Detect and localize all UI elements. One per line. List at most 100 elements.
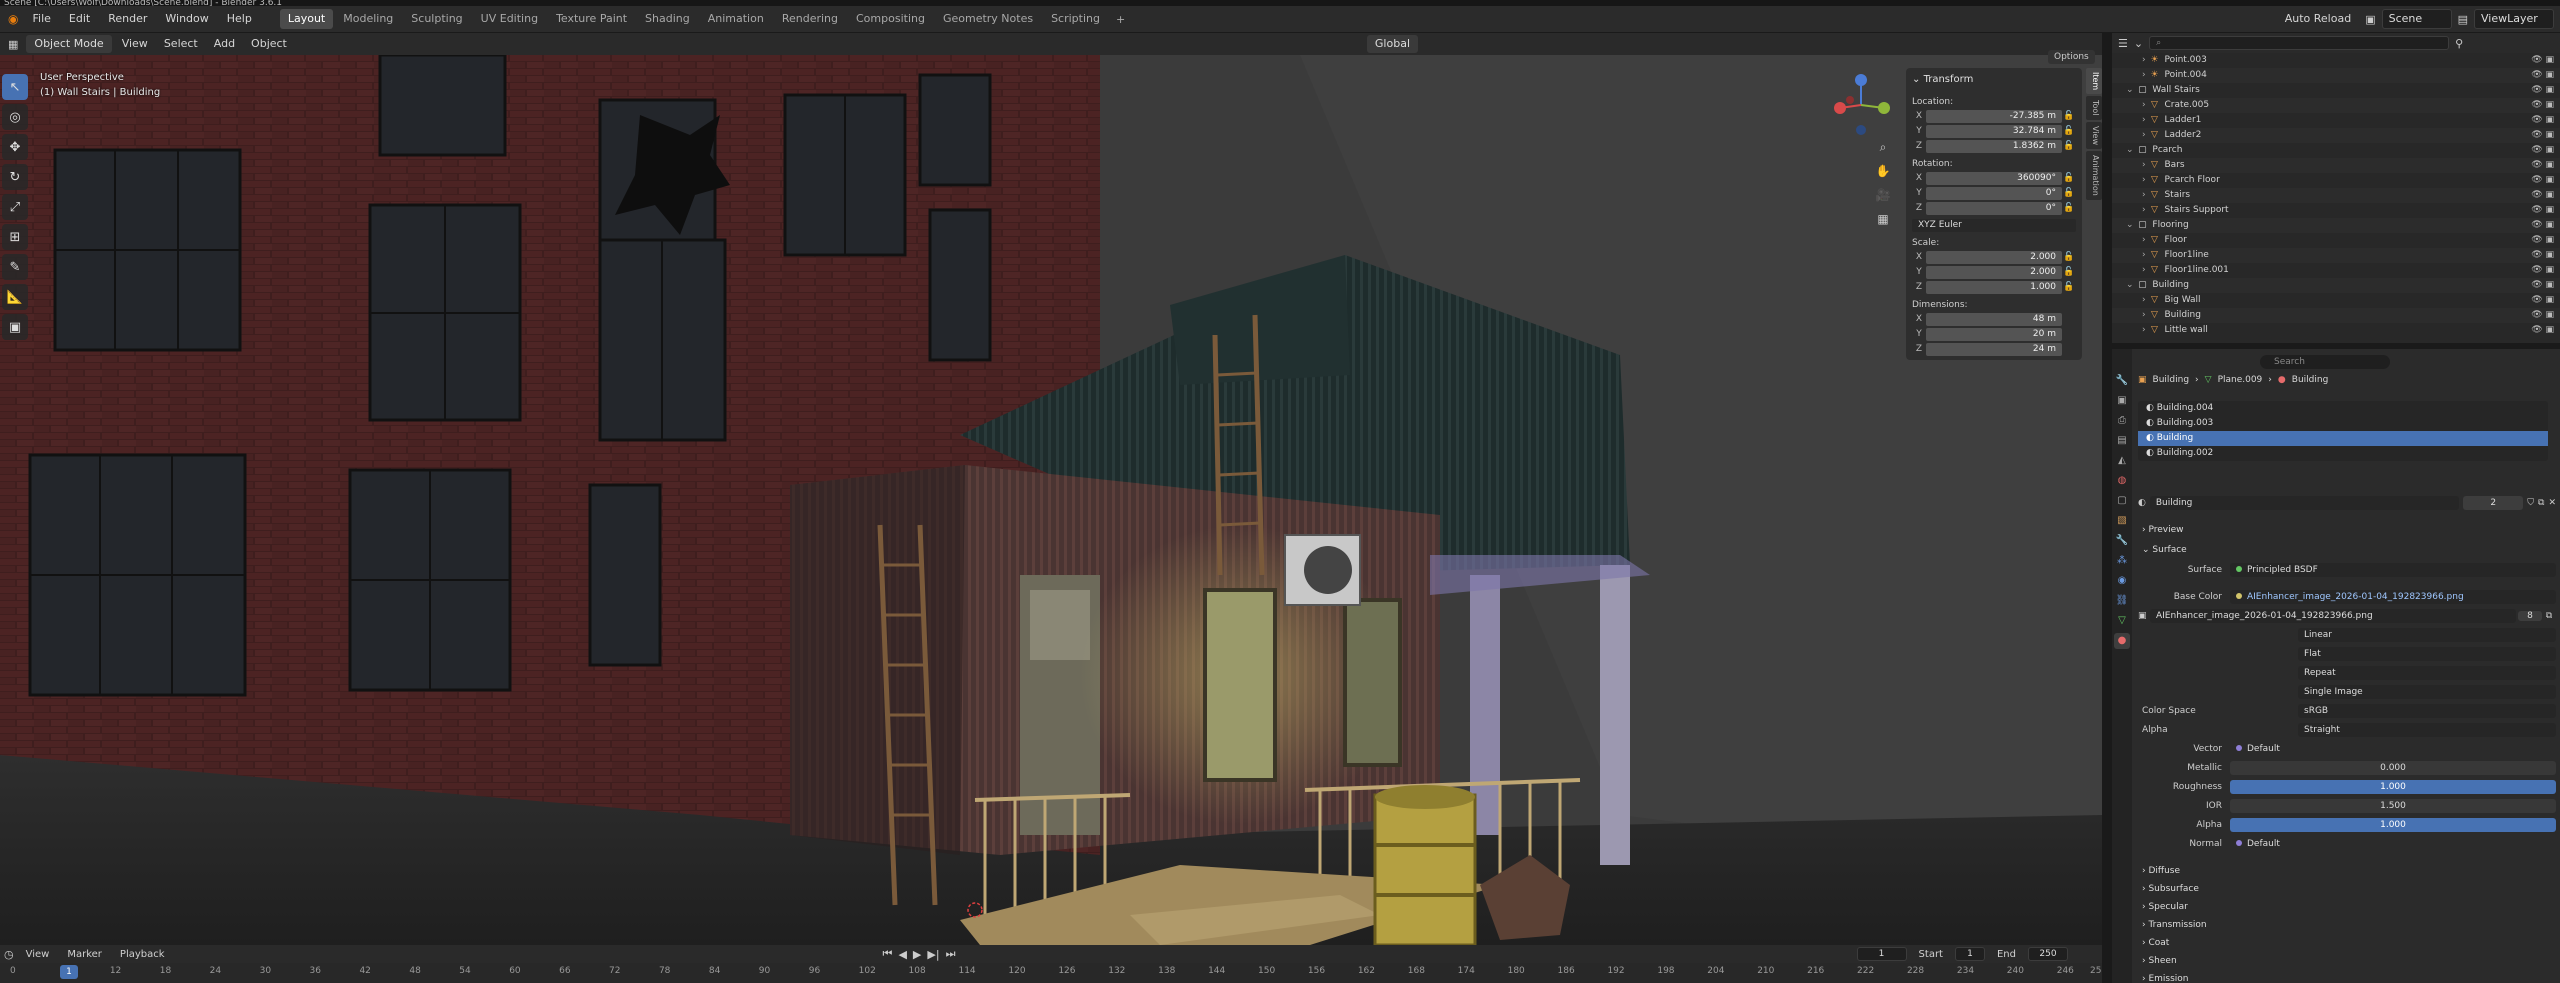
viewport-menu-object[interactable]: Object bbox=[245, 35, 293, 53]
data-tab-icon[interactable]: ▽ bbox=[2114, 613, 2130, 629]
outliner-object-row[interactable]: › ▽ Ladder2 👁 ▣ bbox=[2112, 128, 2560, 143]
scale-z-field[interactable]: 1.000 bbox=[1926, 280, 2062, 294]
visibility-eye-icon[interactable]: 👁 ▣ bbox=[2531, 53, 2554, 68]
outliner-object-row[interactable]: › ▽ Bars 👁 ▣ bbox=[2112, 158, 2560, 173]
normal-field[interactable]: Default bbox=[2230, 837, 2556, 851]
blender-logo-icon[interactable]: ◉ bbox=[4, 12, 22, 26]
outliner-collection-row[interactable]: ⌄ ▢ Flooring 👁 ▣ bbox=[2112, 218, 2560, 233]
viewport-menu-select[interactable]: Select bbox=[158, 35, 204, 53]
scene-selector[interactable]: Scene bbox=[2381, 9, 2452, 29]
workspace-tab-rendering[interactable]: Rendering bbox=[774, 9, 846, 29]
start-frame-field[interactable]: 1 bbox=[1954, 947, 1985, 961]
visibility-eye-icon[interactable]: 👁 ▣ bbox=[2531, 293, 2554, 308]
workspace-tab-animation[interactable]: Animation bbox=[700, 9, 772, 29]
workspace-tab-compositing[interactable]: Compositing bbox=[848, 9, 933, 29]
workspace-tab-texture-paint[interactable]: Texture Paint bbox=[548, 9, 635, 29]
outliner-object-row[interactable]: › ▽ Floor 👁 ▣ bbox=[2112, 233, 2560, 248]
visibility-eye-icon[interactable]: 👁 ▣ bbox=[2531, 83, 2554, 98]
image-users-count[interactable]: 8 bbox=[2518, 611, 2542, 621]
outliner-object-row[interactable]: › ▽ Big Wall 👁 ▣ bbox=[2112, 293, 2560, 308]
visibility-eye-icon[interactable]: 👁 ▣ bbox=[2531, 128, 2554, 143]
material-slot-active[interactable]: ◐ Building bbox=[2138, 431, 2548, 446]
auto-reload-button[interactable]: Auto Reload bbox=[2277, 9, 2359, 29]
material-slot[interactable]: ◐ Building.002 bbox=[2138, 446, 2548, 461]
timeline-frame-ruler[interactable]: 0612182430364248546066727884909610210811… bbox=[0, 963, 2107, 983]
material-users-count[interactable]: 2 bbox=[2463, 496, 2524, 510]
outliner-object-row[interactable]: › ▽ Stairs Support 👁 ▣ bbox=[2112, 203, 2560, 218]
lock-icon[interactable]: 🔓 bbox=[2062, 126, 2076, 136]
physics-tab-icon[interactable]: ◉ bbox=[2114, 573, 2130, 589]
material-slot[interactable]: ◐ Building.004 bbox=[2138, 401, 2548, 416]
workspace-tab-scripting[interactable]: Scripting bbox=[1043, 9, 1108, 29]
menu-edit[interactable]: Edit bbox=[61, 9, 98, 29]
workspace-tab-sculpting[interactable]: Sculpting bbox=[403, 9, 470, 29]
material-browse-icon[interactable]: ◐ bbox=[2138, 498, 2146, 508]
play-icon[interactable]: ▶ bbox=[913, 948, 921, 961]
view-layer-selector[interactable]: ViewLayer bbox=[2474, 9, 2554, 29]
panel-collapse-icon[interactable]: ⌄ bbox=[1912, 74, 1924, 85]
visibility-eye-icon[interactable]: 👁 ▣ bbox=[2531, 113, 2554, 128]
current-frame-field[interactable]: 1 bbox=[1856, 947, 1907, 961]
rotation-z-field[interactable]: 0° bbox=[1926, 201, 2062, 215]
roughness-field[interactable]: 1.000 bbox=[2230, 780, 2556, 794]
properties-search-input[interactable]: Search bbox=[2260, 355, 2390, 369]
visibility-eye-icon[interactable]: 👁 ▣ bbox=[2531, 323, 2554, 338]
outliner-object-row[interactable]: › ▽ Building 👁 ▣ bbox=[2112, 308, 2560, 323]
modifiers-tab-icon[interactable]: 🔧 bbox=[2114, 533, 2130, 549]
ior-field[interactable]: 1.500 bbox=[2230, 799, 2556, 813]
filter-icon[interactable]: ⚲ bbox=[2455, 37, 2463, 50]
subpanel-specular[interactable]: › Specular bbox=[2138, 899, 2556, 915]
outliner-object-row[interactable]: › ▽ Floor1line.001 👁 ▣ bbox=[2112, 263, 2560, 278]
surface-section[interactable]: ⌄ Surface bbox=[2138, 542, 2556, 558]
camera-icon[interactable]: 🎥 bbox=[1874, 186, 1892, 204]
view-layer-tab-icon[interactable]: ▤ bbox=[2114, 433, 2130, 449]
dimensions-x-field[interactable]: 48 m bbox=[1926, 312, 2062, 326]
outliner-editor-icon[interactable]: ☰ bbox=[2118, 37, 2128, 50]
subpanel-sheen[interactable]: › Sheen bbox=[2138, 953, 2556, 969]
constraints-tab-icon[interactable]: ⛓ bbox=[2114, 593, 2130, 609]
editor-type-icon[interactable]: ▦ bbox=[4, 38, 22, 51]
lock-icon[interactable]: 🔓 bbox=[2062, 111, 2076, 121]
tool-tab-icon[interactable]: 🔧 bbox=[2114, 373, 2130, 389]
lock-icon[interactable]: 🔓 bbox=[2062, 267, 2076, 277]
subpanel-emission[interactable]: › Emission bbox=[2138, 971, 2556, 983]
image-browse-icon[interactable]: ⧉ bbox=[2542, 611, 2556, 621]
scene-tab-icon[interactable]: ◭ bbox=[2114, 453, 2130, 469]
collection-tab-icon[interactable]: ▢ bbox=[2114, 493, 2130, 509]
vector-field[interactable]: Default bbox=[2230, 742, 2556, 756]
material-tab-icon[interactable]: ● bbox=[2114, 633, 2130, 649]
subpanel-coat[interactable]: › Coat bbox=[2138, 935, 2556, 951]
outliner-object-row[interactable]: › ▽ Ladder1 👁 ▣ bbox=[2112, 113, 2560, 128]
location-y-field[interactable]: 32.784 m bbox=[1926, 124, 2062, 138]
outliner-search-input[interactable]: ⌕ bbox=[2149, 36, 2450, 50]
visibility-eye-icon[interactable]: 👁 ▣ bbox=[2531, 218, 2554, 233]
sidebar-tab-view[interactable]: View bbox=[2086, 121, 2102, 149]
outliner-object-row[interactable]: › ▽ Stairs 👁 ▣ bbox=[2112, 188, 2560, 203]
visibility-eye-icon[interactable]: 👁 ▣ bbox=[2531, 98, 2554, 113]
preview-section[interactable]: › Preview bbox=[2138, 522, 2556, 538]
add-workspace-icon[interactable]: + bbox=[1110, 13, 1131, 26]
sidebar-tab-tool[interactable]: Tool bbox=[2086, 96, 2102, 120]
prev-key-icon[interactable]: ◀ bbox=[898, 948, 906, 961]
workspace-tab-geometry-nodes[interactable]: Geometry Notes bbox=[935, 9, 1041, 29]
visibility-eye-icon[interactable]: 👁 ▣ bbox=[2531, 173, 2554, 188]
select-tool-icon[interactable]: ↖ bbox=[2, 74, 28, 100]
outliner-object-row[interactable]: › ☀ Point.003 👁 ▣ bbox=[2112, 53, 2560, 68]
transform-orientation-dropdown[interactable]: Global bbox=[1366, 35, 1418, 53]
rotate-tool-icon[interactable]: ↻ bbox=[2, 164, 28, 190]
render-tab-icon[interactable]: ▣ bbox=[2114, 393, 2130, 409]
location-x-field[interactable]: -27.385 m bbox=[1926, 109, 2062, 123]
timeline-menu-marker[interactable]: Marker bbox=[61, 949, 108, 960]
visibility-eye-icon[interactable]: 👁 ▣ bbox=[2531, 248, 2554, 263]
lock-icon[interactable]: 🔓 bbox=[2062, 252, 2076, 262]
location-z-field[interactable]: 1.8362 m bbox=[1926, 139, 2062, 153]
zoom-icon[interactable]: ⌕ bbox=[1874, 138, 1892, 156]
fake-user-icon[interactable]: ⛉ bbox=[2527, 498, 2534, 508]
measure-tool-icon[interactable]: 📐 bbox=[2, 284, 28, 310]
visibility-eye-icon[interactable]: 👁 ▣ bbox=[2531, 68, 2554, 83]
chevron-right-icon[interactable]: ⌄ bbox=[2126, 220, 2136, 230]
timeline-menu-view[interactable]: View bbox=[20, 949, 56, 960]
sidebar-tab-animation[interactable]: Animation bbox=[2086, 150, 2102, 200]
visibility-eye-icon[interactable]: 👁 ▣ bbox=[2531, 158, 2554, 173]
projection-dropdown[interactable]: Flat bbox=[2298, 647, 2556, 661]
